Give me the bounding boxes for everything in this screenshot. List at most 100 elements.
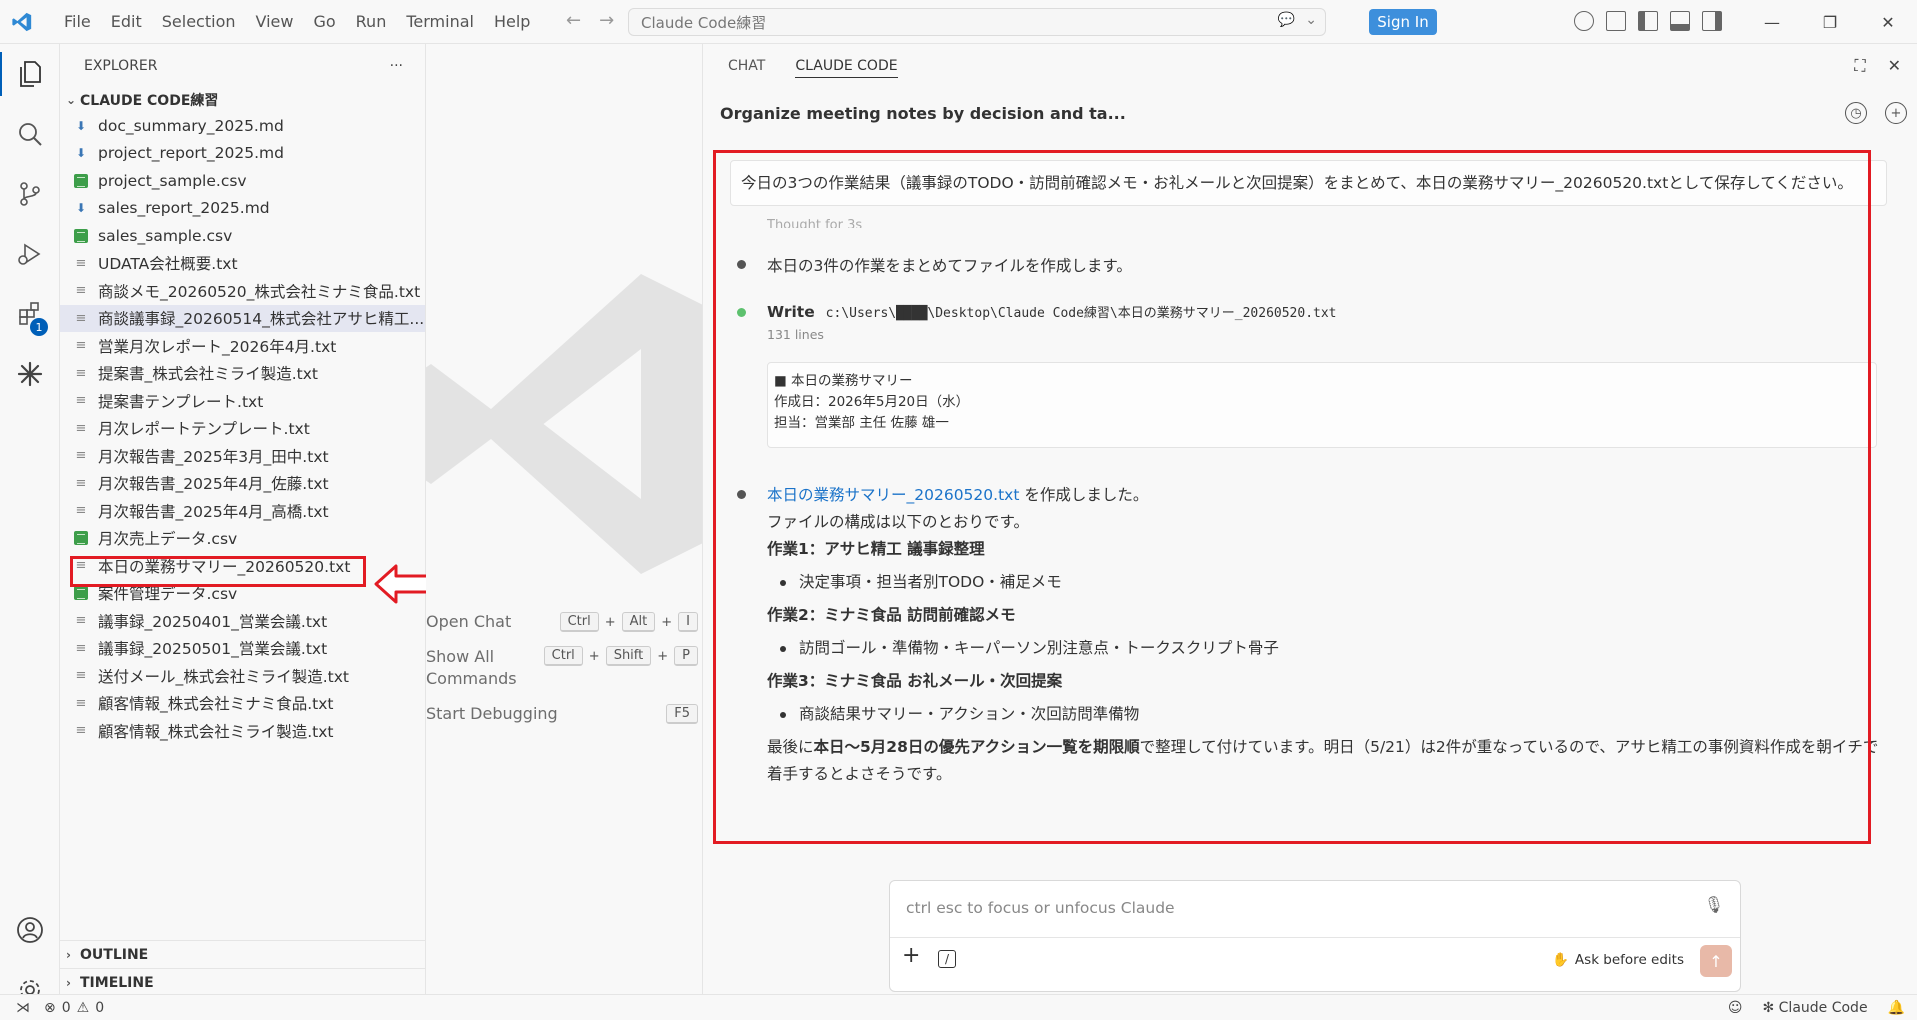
forward-arrow-icon[interactable]: → [599, 10, 614, 31]
file-item[interactable]: ⬇ sales_report_2025.md [60, 195, 425, 223]
file-name: 顧客情報_株式会社ミライ製造.txt [98, 722, 334, 741]
menu-help[interactable]: Help [484, 0, 540, 44]
menu-selection[interactable]: Selection [152, 0, 246, 44]
file-item[interactable]: ≡ 顧客情報_株式会社ミライ製造.txt [60, 717, 425, 745]
file-name: 顧客情報_株式会社ミナミ食品.txt [98, 695, 334, 714]
shortcut-show-commands[interactable]: Show All Commands Ctrl + Shift + P [426, 646, 702, 690]
run-debug-icon[interactable] [0, 224, 60, 284]
account-icon[interactable] [0, 900, 60, 960]
shortcut-open-chat[interactable]: Open Chat Ctrl + Alt + I [426, 612, 702, 632]
file-item[interactable]: ≡ 顧客情報_株式会社ミナミ食品.txt [60, 690, 425, 718]
remote-icon[interactable]: ⋊ [16, 1000, 30, 1016]
text-file-icon: ≡ [75, 393, 87, 409]
file-name: project_sample.csv [98, 171, 247, 190]
tab-chat[interactable]: CHAT [728, 44, 765, 88]
copilot-chat-icon[interactable]: 💬 [1278, 12, 1295, 28]
slash-command-icon[interactable]: / [938, 950, 956, 968]
close-window-icon[interactable]: ✕ [1859, 0, 1917, 44]
folder-header[interactable]: ⌄ CLAUDE CODE練習 [60, 88, 425, 112]
notifications-bell-icon[interactable]: 🔔 [1888, 1000, 1905, 1016]
microphone-icon[interactable]: 🎙 [1704, 895, 1724, 914]
menu-bar: File Edit Selection View Go Run Terminal… [54, 0, 540, 44]
file-item[interactable]: ⬇ project_report_2025.md [60, 140, 425, 168]
send-button[interactable]: ↑ [1700, 945, 1732, 977]
csv-file-icon [74, 531, 88, 546]
key-cap: Alt [621, 612, 656, 632]
menu-run[interactable]: Run [346, 0, 397, 44]
panel-tabs: CHAT CLAUDE CODE ⛶ ✕ [703, 44, 1917, 88]
claude-code-status[interactable]: ✻ Claude Code [1762, 1000, 1867, 1016]
close-panel-icon[interactable]: ✕ [1888, 56, 1901, 76]
maximize-panel-icon[interactable]: ⛶ [1854, 56, 1865, 76]
file-item[interactable]: ≡ UDATA会社概要.txt [60, 250, 425, 278]
minimize-icon[interactable]: — [1743, 0, 1801, 44]
menu-edit[interactable]: Edit [101, 0, 152, 44]
file-item[interactable]: ≡ 提案書テンプレート.txt [60, 387, 425, 415]
customize-layout-icon[interactable] [1606, 11, 1626, 31]
back-arrow-icon[interactable]: ← [566, 10, 581, 31]
file-item[interactable]: ≡ 商談議事録_20260514_株式会社アサヒ精工.... [60, 304, 425, 332]
conversation-title: Organize meeting notes by decision and t… [720, 104, 1126, 123]
history-clock-icon[interactable]: ◷ [1845, 102, 1867, 124]
key-cap: Shift [605, 646, 652, 666]
ask-before-edits-toggle[interactable]: ✋ Ask before edits [1552, 952, 1684, 968]
menu-view[interactable]: View [246, 0, 304, 44]
shortcut-start-debugging[interactable]: Start Debugging F5 [426, 704, 702, 724]
menu-terminal[interactable]: Terminal [396, 0, 484, 44]
text-file-icon: ≡ [75, 310, 87, 326]
vscode-watermark-icon [426, 274, 702, 574]
explorer-icon[interactable] [0, 44, 60, 104]
sign-in-button[interactable]: Sign In [1369, 9, 1437, 35]
command-center-search[interactable]: Claude Code練習 💬 ⌄ [628, 8, 1326, 36]
extensions-badge: 1 [30, 318, 48, 336]
explorer-more-actions[interactable]: ··· [390, 58, 403, 74]
prompt-input-box[interactable]: ctrl esc to focus or unfocus Claude 🎙 + … [889, 880, 1741, 992]
copilot-icon[interactable] [1574, 11, 1594, 31]
text-file-icon: ≡ [75, 338, 87, 354]
new-conversation-icon[interactable]: + [1885, 102, 1907, 124]
file-item[interactable]: project_sample.csv [60, 167, 425, 195]
chevron-down-icon[interactable]: ⌄ [1305, 12, 1317, 28]
add-attachment-icon[interactable]: + [902, 943, 920, 968]
text-file-icon: ≡ [75, 475, 87, 491]
file-name: 月次レポートテンプレート.txt [98, 420, 310, 439]
file-item[interactable]: ≡ 月次報告書_2025年4月_佐藤.txt [60, 470, 425, 498]
menu-go[interactable]: Go [303, 0, 345, 44]
problems-indicator[interactable]: ⊗ 0 ⚠ 0 [44, 1000, 104, 1016]
timeline-section[interactable]: › TIMELINE [60, 968, 426, 996]
chevron-right-icon: › [66, 975, 71, 990]
file-item[interactable]: ⬇ doc_summary_2025.md [60, 112, 425, 140]
toggle-panel-icon[interactable] [1670, 11, 1690, 31]
tab-claude-code[interactable]: CLAUDE CODE [795, 55, 898, 78]
file-item[interactable]: ≡ 議事録_20250501_営業会議.txt [60, 635, 425, 663]
file-item[interactable]: sales_sample.csv [60, 222, 425, 250]
file-item[interactable]: 月次売上データ.csv [60, 525, 425, 553]
search-icon[interactable] [0, 104, 60, 164]
file-item[interactable]: ≡ 送付メール_株式会社ミライ製造.txt [60, 662, 425, 690]
claude-icon[interactable] [0, 344, 60, 404]
source-control-icon[interactable] [0, 164, 60, 224]
extensions-icon[interactable]: 1 [0, 284, 60, 344]
file-item[interactable]: ≡ 議事録_20250401_営業会議.txt [60, 607, 425, 635]
activity-bar: 1 [0, 44, 60, 1000]
toggle-secondary-sidebar-icon[interactable] [1702, 11, 1722, 31]
markdown-file-icon: ⬇ [75, 146, 87, 161]
key-cap: P [674, 646, 698, 666]
outline-section[interactable]: › OUTLINE [60, 940, 426, 968]
file-tree: ⬇ doc_summary_2025.md ⬇ project_report_2025… [60, 112, 425, 745]
outline-label: OUTLINE [80, 946, 149, 963]
file-item[interactable]: ≡ 提案書_株式会社ミライ製造.txt [60, 360, 425, 388]
file-item[interactable]: ≡ 月次報告書_2025年4月_高橋.txt [60, 497, 425, 525]
file-name: 提案書テンプレート.txt [98, 392, 264, 411]
file-item[interactable]: ≡ 営業月次レポート_2026年4月.txt [60, 332, 425, 360]
error-icon: ⊗ [44, 999, 56, 1016]
restore-icon[interactable]: ❐ [1801, 0, 1859, 44]
prompt-input[interactable]: ctrl esc to focus or unfocus Claude [906, 899, 1175, 917]
chevron-down-icon: ⌄ [66, 93, 77, 107]
file-item[interactable]: ≡ 月次レポートテンプレート.txt [60, 415, 425, 443]
toggle-primary-sidebar-icon[interactable] [1638, 11, 1658, 31]
menu-file[interactable]: File [54, 0, 101, 44]
file-item[interactable]: ≡ 商談メモ_20260520_株式会社ミナミ食品.txt [60, 277, 425, 305]
file-item[interactable]: ≡ 月次報告書_2025年3月_田中.txt [60, 442, 425, 470]
copilot-status-icon[interactable]: ☺ [1728, 1000, 1743, 1016]
